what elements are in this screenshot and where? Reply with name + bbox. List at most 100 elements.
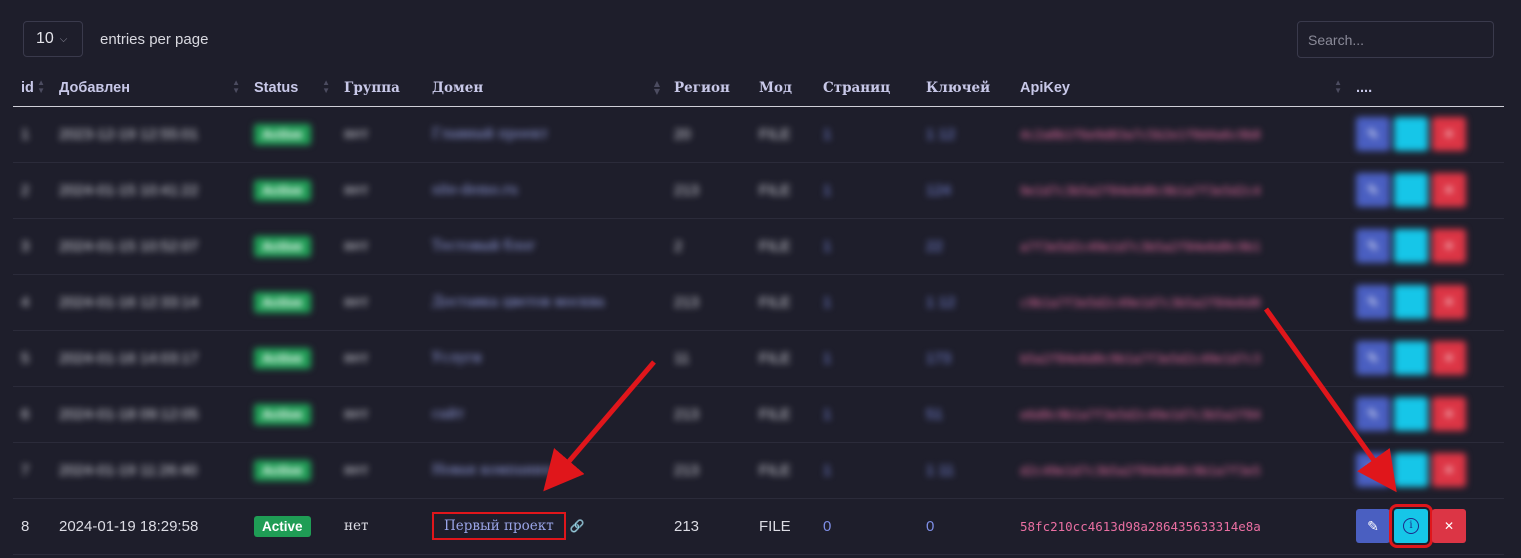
delete-button[interactable]: ✕ [1432,509,1466,543]
row-status: Active [246,386,336,442]
info-button[interactable] [1394,453,1428,487]
column-region[interactable]: Регион [666,70,751,106]
pages-link[interactable]: 1 [815,218,918,274]
row-mod: FILE [759,461,791,479]
pages-link[interactable]: 1 [815,106,918,162]
pages-link[interactable]: 1 [815,330,918,386]
domain-link[interactable]: сайт [424,386,666,442]
pencil-icon: ✎ [1367,181,1379,198]
close-icon: ✕ [1443,407,1455,421]
row-region: 11 [674,349,690,367]
row-status: Active [246,498,336,554]
info-button[interactable] [1394,397,1428,431]
delete-button[interactable]: ✕ [1432,453,1466,487]
column-domain[interactable]: Домен ▲ ▼ [424,70,666,106]
sort-icon: ▲ ▼ [322,78,330,95]
search-input[interactable] [1297,21,1494,58]
row-group: нет [344,238,369,254]
edit-button[interactable]: ✎ [1356,173,1390,207]
row-apikey: 58fc210cc4613d98a286435633314e8a [1020,518,1261,534]
row-apikey: b5a2f84e6d0c9b1a7f3e5d2c49e1d7c3 [1020,350,1261,366]
delete-button[interactable]: ✕ [1432,341,1466,375]
pages-link[interactable]: 1 [815,442,918,498]
edit-button[interactable]: ✎ [1356,285,1390,319]
status-badge: Active [254,515,311,537]
column-mod[interactable]: Мод [751,70,815,106]
edit-button[interactable]: ✎ [1356,397,1390,431]
delete-button[interactable]: ✕ [1432,117,1466,151]
row-mod: FILE [759,237,791,255]
column-status[interactable]: Status ▲ ▼ [246,70,336,106]
sort-icon: ▲ ▼ [232,78,240,95]
close-icon: ✕ [1443,351,1455,365]
delete-button[interactable]: ✕ [1432,397,1466,431]
row-added: 2024-01-15 10:52:07 [59,237,199,255]
pencil-icon: ✎ [1367,349,1379,366]
sort-icon: ▲ ▼ [1334,78,1342,95]
table-row: 1 2023-12-19 12:55:01 Active нет Главный… [13,106,1504,162]
domain-link[interactable]: Главный проект [424,106,666,162]
pencil-icon: ✎ [1367,237,1379,254]
delete-button[interactable]: ✕ [1432,173,1466,207]
row-mod: FILE [759,349,791,367]
row-actions: ✎ ✕ [1348,386,1504,442]
domain-link[interactable]: Услуги [424,330,666,386]
sort-icon: ▲ ▼ [37,78,45,95]
row-status: Active [246,330,336,386]
entries-per-page-select[interactable]: 10 ⌵ [23,21,83,57]
row-group: нет [344,126,369,142]
keys-link[interactable]: 173 [918,330,1012,386]
row-actions: ✎ ✕ [1348,274,1504,330]
domain-link[interactable]: Первый проект [432,512,566,540]
delete-button[interactable]: ✕ [1432,285,1466,319]
keys-link[interactable]: 22 [918,218,1012,274]
pages-link[interactable]: 1 [815,386,918,442]
keys-link[interactable]: 1 12 [918,106,1012,162]
info-button[interactable] [1394,229,1428,263]
domain-link[interactable]: Новая компания [424,442,666,498]
pages-link[interactable]: 0 [815,498,918,554]
info-button[interactable] [1394,173,1428,207]
info-button[interactable]: i [1389,504,1433,548]
delete-button[interactable]: ✕ [1432,229,1466,263]
domain-link[interactable]: site-demo.ru [424,162,666,218]
status-badge: Active [254,403,311,425]
column-apikey[interactable]: ApiKey ▲ ▼ [1012,70,1348,106]
table-controls: 10 ⌵ entries per page [0,0,1521,70]
keys-link[interactable]: 0 [918,498,1012,554]
domain-link[interactable]: Доставка цветов москва [424,274,666,330]
pages-link[interactable]: 1 [815,162,918,218]
column-pages[interactable]: Страниц [815,70,918,106]
edit-button[interactable]: ✎ [1356,453,1390,487]
edit-button[interactable]: ✎ [1356,117,1390,151]
row-apikey: d2c49e1d7c3b5a2f84e6d0c9b1a7f3e5 [1020,462,1261,478]
table-row: 5 2024-01-16 14:03:17 Active нет Услуги … [13,330,1504,386]
edit-button[interactable]: ✎ [1356,341,1390,375]
column-added[interactable]: Добавлен ▲ ▼ [51,70,246,106]
info-button[interactable] [1394,117,1428,151]
keys-link[interactable]: 1 11 [918,442,1012,498]
per-page-label: entries per page [100,31,209,48]
row-id: 8 [21,517,30,535]
keys-link[interactable]: 51 [918,386,1012,442]
column-group[interactable]: Группа [336,70,424,106]
link-icon[interactable]: 🔗 [570,519,585,533]
close-icon: ✕ [1443,295,1455,309]
edit-button[interactable]: ✎ [1356,509,1390,543]
row-actions: ✎ ✕ [1348,330,1504,386]
info-button[interactable] [1394,285,1428,319]
domain-link[interactable]: Тестовый блог [424,218,666,274]
pages-link[interactable]: 1 [815,274,918,330]
row-status: Active [246,274,336,330]
keys-link[interactable]: 124 [918,162,1012,218]
column-keys[interactable]: Ключей [918,70,1012,106]
row-region: 213 [674,461,700,479]
info-icon: i [1403,518,1419,534]
keys-link[interactable]: 1 12 [918,274,1012,330]
row-region: 213 [674,517,700,535]
row-mod: FILE [759,181,791,199]
row-id: 1 [21,125,30,143]
edit-button[interactable]: ✎ [1356,229,1390,263]
info-button[interactable] [1394,341,1428,375]
column-id[interactable]: id ▲ ▼ [13,70,51,106]
